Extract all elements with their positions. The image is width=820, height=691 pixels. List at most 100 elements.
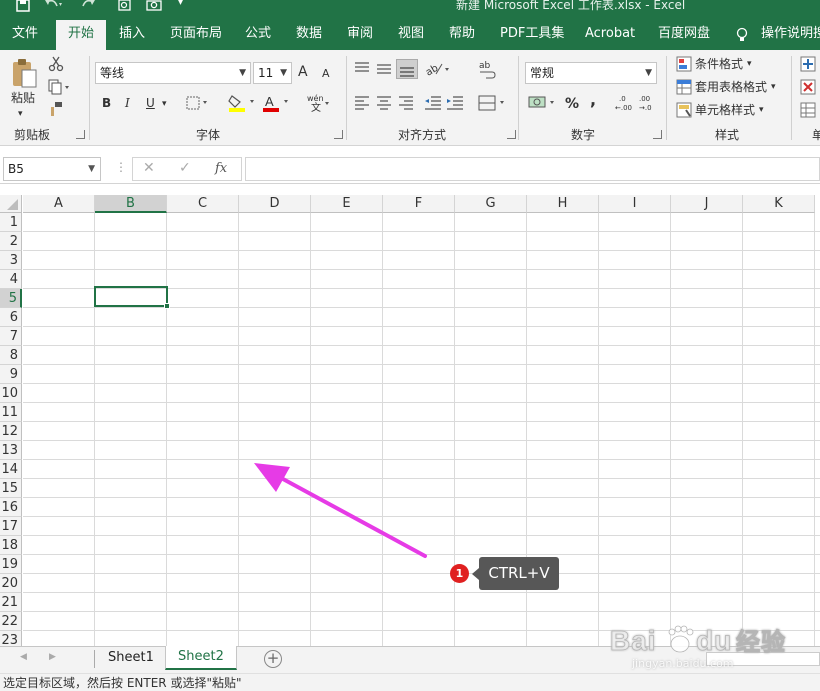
underline-button[interactable]: U: [146, 95, 155, 111]
row-header-16[interactable]: 16: [0, 498, 22, 517]
font-size-select[interactable]: 11 ▼: [253, 62, 292, 84]
table-format-icon[interactable]: [676, 79, 692, 98]
active-cell-b5[interactable]: [94, 286, 170, 309]
row-header-6[interactable]: 6: [0, 308, 22, 327]
row-header-12[interactable]: 12: [0, 422, 22, 441]
row-header-5[interactable]: 5: [0, 289, 22, 308]
save-icon[interactable]: [16, 0, 30, 14]
underline-dropdown-icon[interactable]: ▾: [162, 96, 167, 112]
row-header-15[interactable]: 15: [0, 479, 22, 498]
column-header-a[interactable]: A: [23, 195, 95, 213]
row-header-10[interactable]: 10: [0, 384, 22, 403]
row-header-20[interactable]: 20: [0, 574, 22, 593]
phonetic-icon[interactable]: wén 文: [306, 93, 330, 116]
cell-styles-icon[interactable]: [676, 102, 692, 121]
column-header-b[interactable]: B: [95, 195, 167, 213]
clipboard-launcher-icon[interactable]: [76, 130, 85, 139]
paste-button[interactable]: 粘贴: [11, 90, 35, 106]
insert-cells-icon[interactable]: [800, 56, 816, 75]
row-header-22[interactable]: 22: [0, 612, 22, 631]
sheet-tab-sheet1[interactable]: Sheet1: [96, 647, 166, 671]
format-painter-icon[interactable]: [48, 101, 64, 120]
font-launcher-icon[interactable]: [334, 130, 343, 139]
align-center-icon[interactable]: [376, 96, 392, 113]
tab-insert[interactable]: 插入: [119, 18, 145, 50]
column-header-h[interactable]: H: [527, 195, 599, 213]
add-sheet-icon[interactable]: +: [264, 650, 282, 668]
row-header-7[interactable]: 7: [0, 327, 22, 346]
format-cells-icon[interactable]: [800, 102, 816, 121]
number-launcher-icon[interactable]: [653, 130, 662, 139]
align-top-icon[interactable]: [354, 62, 370, 79]
tab-formulas[interactable]: 公式: [245, 18, 271, 50]
tab-pdf-tools[interactable]: PDF工具集: [500, 18, 564, 50]
scroll-right-icon[interactable]: ▶: [49, 652, 56, 662]
sheet-tab-sheet2[interactable]: Sheet2: [165, 646, 237, 670]
wrap-text-icon[interactable]: ab: [478, 60, 496, 83]
increase-font-button[interactable]: A: [298, 64, 308, 80]
select-all-corner[interactable]: [0, 195, 22, 213]
column-header-d[interactable]: D: [239, 195, 311, 213]
print-preview-icon[interactable]: [118, 0, 132, 14]
conditional-format-button[interactable]: 条件格式: [695, 56, 743, 72]
cell-styles-button[interactable]: 单元格样式: [695, 102, 755, 118]
italic-button[interactable]: I: [125, 95, 130, 111]
row-header-21[interactable]: 21: [0, 593, 22, 612]
row-header-3[interactable]: 3: [0, 251, 22, 270]
chevron-down-icon[interactable]: ▾: [178, 0, 183, 12]
tab-file[interactable]: 文件: [12, 18, 38, 50]
insert-function-icon[interactable]: fx: [215, 161, 227, 176]
camera-icon[interactable]: [146, 0, 162, 14]
undo-icon[interactable]: [44, 0, 64, 14]
conditional-format-icon[interactable]: [676, 56, 692, 75]
comma-button[interactable]: ,: [590, 92, 596, 108]
align-bottom-icon[interactable]: [396, 59, 418, 79]
formula-input[interactable]: [245, 157, 820, 181]
tab-view[interactable]: 视图: [398, 18, 424, 50]
delete-cells-icon[interactable]: [800, 79, 816, 98]
copy-icon[interactable]: [48, 79, 70, 98]
row-header-17[interactable]: 17: [0, 517, 22, 536]
row-header-1[interactable]: 1: [0, 213, 22, 232]
column-header-e[interactable]: E: [311, 195, 383, 213]
border-icon[interactable]: [186, 96, 212, 113]
merge-center-icon[interactable]: [478, 94, 508, 115]
decrease-indent-icon[interactable]: [424, 96, 442, 113]
row-header-18[interactable]: 18: [0, 536, 22, 555]
tab-page-layout[interactable]: 页面布局: [170, 18, 222, 50]
row-header-8[interactable]: 8: [0, 346, 22, 365]
tab-acrobat[interactable]: Acrobat: [585, 18, 635, 50]
tab-review[interactable]: 审阅: [347, 18, 373, 50]
font-name-select[interactable]: 等线 ▼: [95, 62, 251, 84]
table-format-button[interactable]: 套用表格格式: [695, 79, 767, 95]
column-header-k[interactable]: K: [743, 195, 815, 213]
font-color-icon[interactable]: A: [262, 94, 292, 115]
column-header-f[interactable]: F: [383, 195, 455, 213]
increase-decimal-icon[interactable]: .0 ←.00: [614, 94, 632, 115]
cancel-icon[interactable]: ✕: [143, 160, 155, 176]
redo-icon[interactable]: [80, 0, 96, 14]
increase-indent-icon[interactable]: [446, 96, 464, 113]
tab-home[interactable]: 开始: [56, 20, 106, 50]
row-header-9[interactable]: 9: [0, 365, 22, 384]
percent-button[interactable]: %: [565, 96, 579, 112]
paste-icon[interactable]: [10, 58, 38, 93]
orientation-icon[interactable]: ab: [424, 60, 452, 81]
column-header-c[interactable]: C: [167, 195, 239, 213]
worksheet-grid[interactable]: ABCDEFGHIJK 1 2 3 4 5 6 7 8 9 10 11 12 13 14 15 16 17 18 1…: [0, 184, 820, 650]
bold-button[interactable]: B: [102, 95, 111, 111]
cut-icon[interactable]: [48, 56, 64, 75]
align-middle-icon[interactable]: [376, 62, 392, 79]
accounting-format-icon[interactable]: [528, 94, 558, 115]
row-header-13[interactable]: 13: [0, 441, 22, 460]
row-header-2[interactable]: 2: [0, 232, 22, 251]
tab-help[interactable]: 帮助: [449, 18, 475, 50]
fill-color-icon[interactable]: [228, 94, 258, 115]
tab-baidu-netdisk[interactable]: 百度网盘: [658, 18, 710, 50]
row-header-4[interactable]: 4: [0, 270, 22, 289]
decrease-decimal-icon[interactable]: .00 →.0: [638, 94, 656, 115]
tab-data[interactable]: 数据: [296, 18, 322, 50]
name-box[interactable]: B5 ▼: [3, 157, 101, 181]
align-right-icon[interactable]: [398, 96, 414, 113]
row-header-19[interactable]: 19: [0, 555, 22, 574]
